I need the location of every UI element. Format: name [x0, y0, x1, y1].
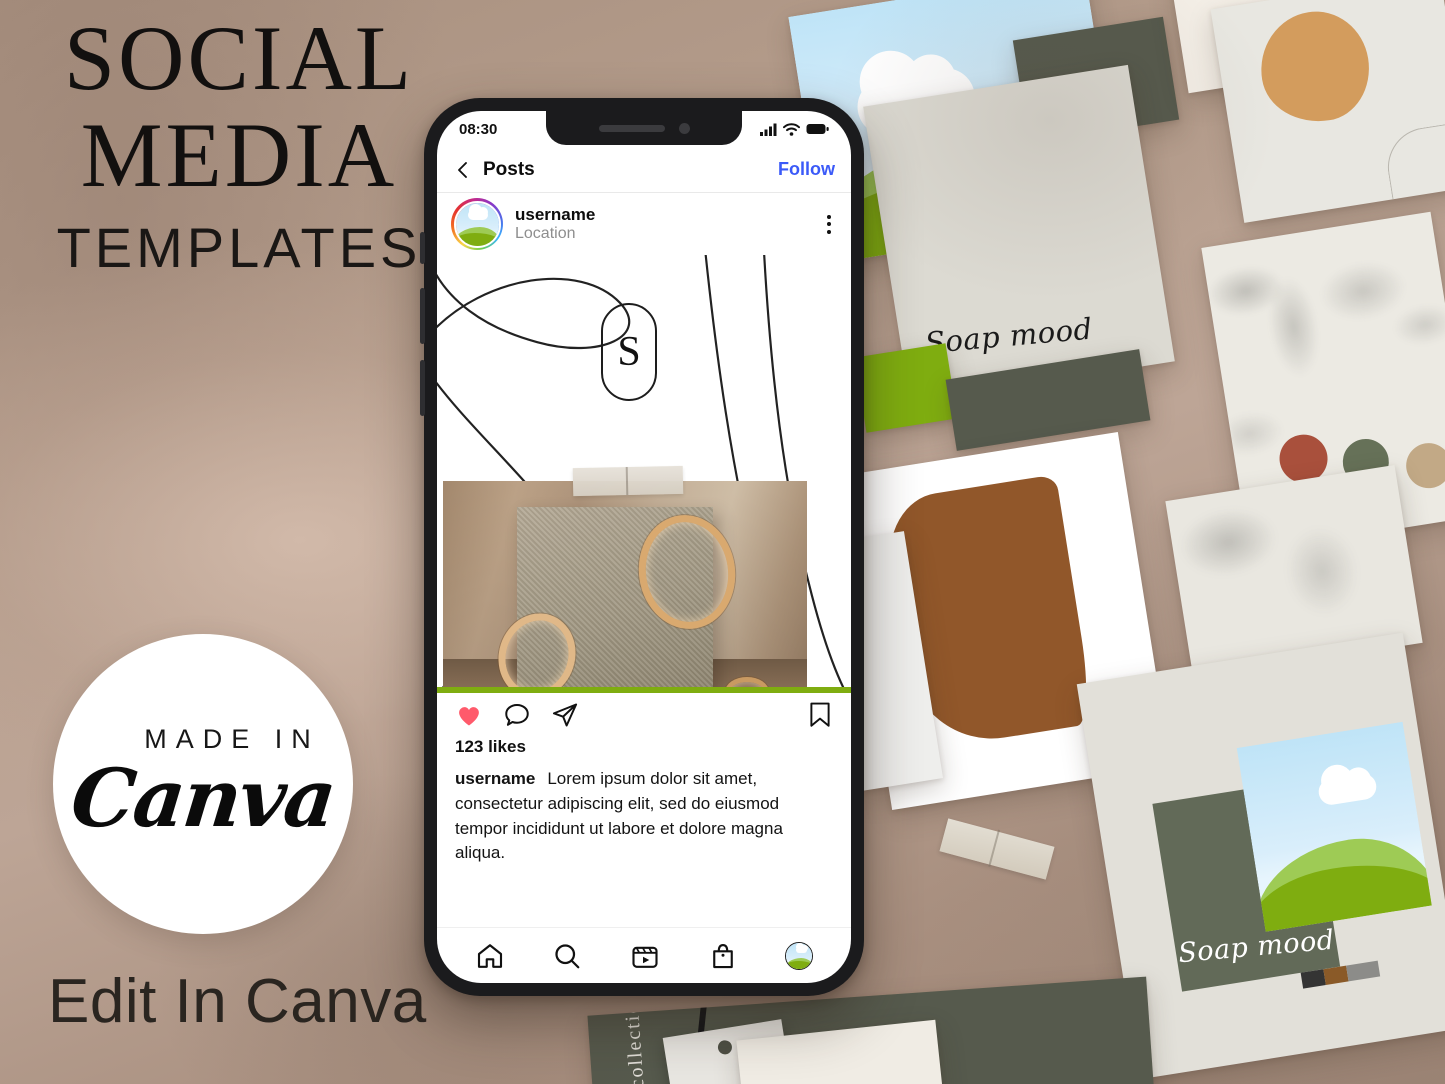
caption-username[interactable]: username [455, 769, 535, 788]
front-camera-icon [678, 122, 690, 134]
phone-notch [546, 111, 742, 145]
like-count: 123 likes [455, 737, 526, 756]
paper-plane-icon[interactable] [551, 701, 579, 729]
bottom-tab-bar [437, 927, 851, 983]
earpiece-speaker [598, 124, 665, 132]
post-author-meta: username Location [515, 205, 595, 244]
shop-bag-icon[interactable] [708, 941, 738, 971]
reels-icon[interactable] [630, 941, 660, 971]
accent-strip [437, 687, 851, 693]
avatar-image [453, 200, 501, 248]
profile-avatar-icon[interactable] [785, 941, 814, 970]
headline-line-1: SOCIAL [63, 7, 415, 109]
comment-bubble-icon[interactable] [503, 701, 531, 729]
post-media[interactable]: S [437, 255, 851, 693]
post-caption: username Lorem ipsum dolor sit amet, cons… [437, 757, 851, 866]
post-header: username Location [437, 193, 851, 255]
tape-strip-overlay [572, 465, 684, 497]
cellular-signal-icon [760, 123, 777, 136]
phone-screen: 08:30 Posts Follow username Location S 1… [437, 111, 851, 983]
home-icon[interactable] [475, 941, 505, 971]
phone-volume-up[interactable] [420, 288, 425, 344]
app-top-bar: Posts Follow [437, 147, 851, 193]
product-photo [443, 481, 807, 693]
kebab-menu-icon[interactable] [821, 209, 837, 240]
phone-volume-down[interactable] [420, 360, 425, 416]
poster-heading-block: SOCIAL MEDIA TEMPLATES [24, 12, 454, 280]
made-in-label: MADE IN [144, 723, 320, 754]
post-actions [437, 693, 851, 737]
edit-in-canva-label: Edit In Canva [48, 967, 427, 1036]
status-icon-group [760, 122, 829, 136]
phone-mute-switch[interactable] [420, 232, 425, 264]
canva-wordmark: Canva [67, 750, 339, 845]
wifi-icon [783, 122, 800, 136]
post-location[interactable]: Location [515, 225, 595, 244]
post-username[interactable]: username [515, 205, 595, 225]
page-title: SOCIAL MEDIA [24, 12, 454, 206]
battery-icon [806, 124, 829, 134]
heart-icon[interactable] [455, 701, 483, 729]
monogram-badge: S [601, 303, 657, 401]
phone-mockup: 08:30 Posts Follow username Location S 1… [420, 98, 864, 996]
poster-canvas: Soap mood Soap [0, 0, 1445, 1084]
chevron-left-icon[interactable] [453, 160, 473, 180]
made-in-canva-badge: MADE IN Canva [53, 634, 353, 934]
cloud-icon-tab [796, 942, 809, 953]
page-title-posts: Posts [483, 158, 535, 180]
status-time: 08:30 [459, 120, 498, 138]
avatar[interactable] [451, 198, 503, 250]
bookmark-icon[interactable] [807, 701, 833, 729]
cloud-icon-avatar [468, 204, 489, 221]
search-icon[interactable] [552, 941, 582, 971]
follow-button[interactable]: Follow [778, 159, 835, 180]
headline-line-2: MEDIA [80, 103, 398, 206]
poster-subtitle: TEMPLATES [56, 216, 422, 280]
